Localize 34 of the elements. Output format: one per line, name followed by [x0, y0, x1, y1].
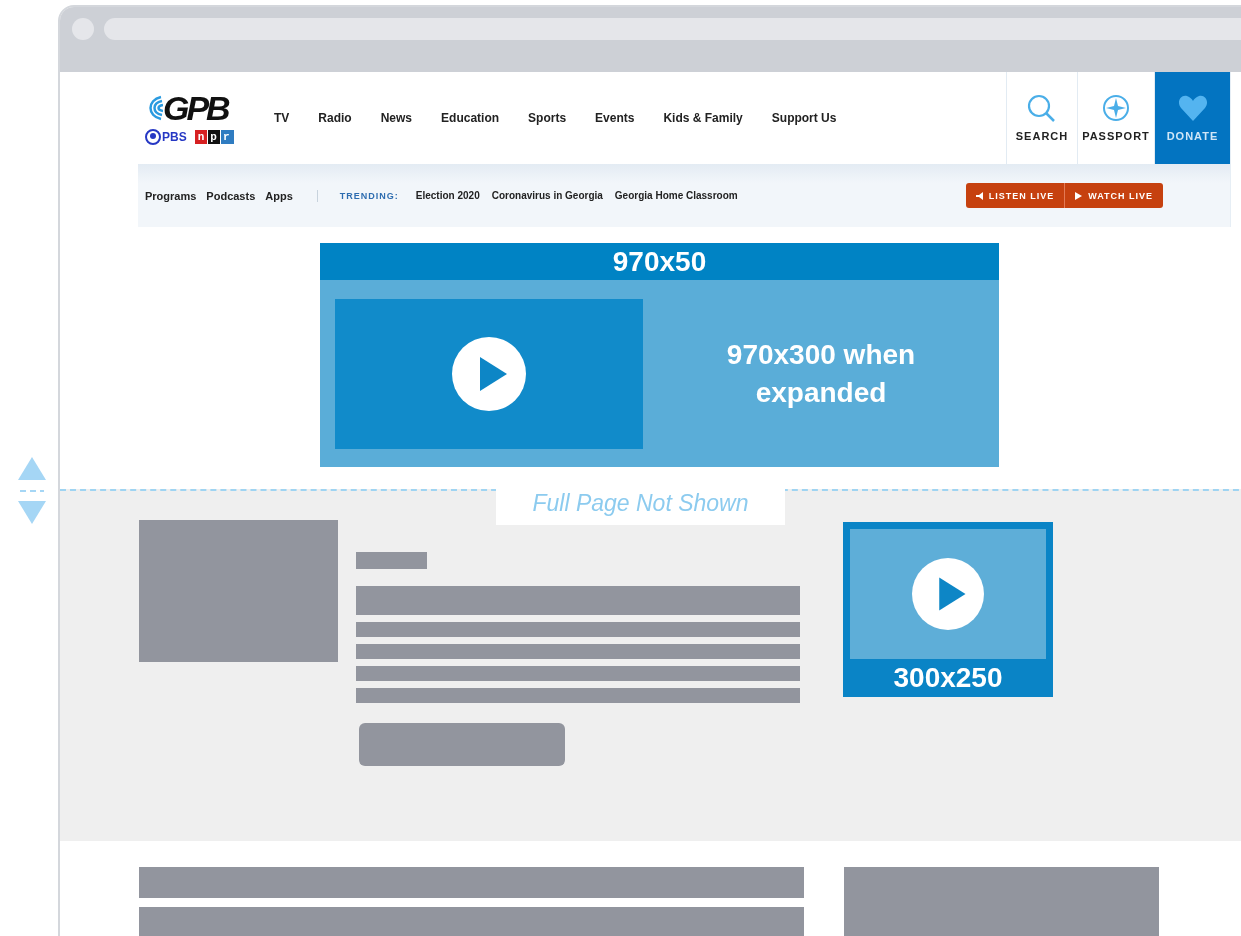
subnav-link[interactable]: Apps	[265, 189, 293, 202]
subnav-link[interactable]: Programs	[145, 189, 197, 202]
compass-icon	[1101, 94, 1131, 122]
partner-logo: npr	[194, 130, 234, 144]
nav-link[interactable]: News	[380, 111, 413, 125]
partner-logo: PBS	[162, 130, 187, 144]
trending-label: TRENDING:	[339, 190, 399, 201]
expanded-ad-label: 970x300 when expanded	[725, 337, 917, 410]
subnav-link[interactable]: Podcasts	[206, 189, 256, 202]
search-icon	[1027, 94, 1057, 122]
heart-icon	[1177, 94, 1208, 122]
speaker-icon	[975, 191, 983, 200]
play-icon[interactable]	[452, 336, 526, 411]
nav-link[interactable]: Radio	[318, 111, 352, 125]
text-placeholder	[356, 552, 427, 569]
nav-link[interactable]: Sports	[528, 111, 567, 125]
watch-live-button[interactable]: WATCH LIVE	[1065, 183, 1163, 208]
trending-link[interactable]: Election 2020	[415, 190, 480, 201]
ad-banner: 970x50	[320, 243, 999, 280]
pbs-head-icon	[145, 129, 161, 145]
nav-link[interactable]: Support Us	[771, 111, 837, 125]
play-icon[interactable]	[912, 558, 984, 630]
nav-link[interactable]: Education	[441, 111, 500, 125]
listen-live-button[interactable]: LISTEN LIVE	[965, 183, 1066, 208]
nav-link[interactable]: Kids & Family	[663, 111, 743, 125]
site-logo[interactable]: GPB	[163, 91, 228, 125]
nav-link[interactable]: Events	[595, 111, 635, 125]
box-ad-label: 300x250	[893, 661, 1003, 695]
scroll-arrows-drawing	[18, 456, 46, 525]
donate-button[interactable]: DONATE	[1154, 72, 1230, 164]
nav-link[interactable]: TV	[274, 111, 290, 125]
trending-link[interactable]: Coronavirus in Georgia	[491, 190, 603, 201]
trending-link[interactable]: Georgia Home Classroom	[614, 190, 738, 201]
play-icon	[1075, 191, 1083, 200]
